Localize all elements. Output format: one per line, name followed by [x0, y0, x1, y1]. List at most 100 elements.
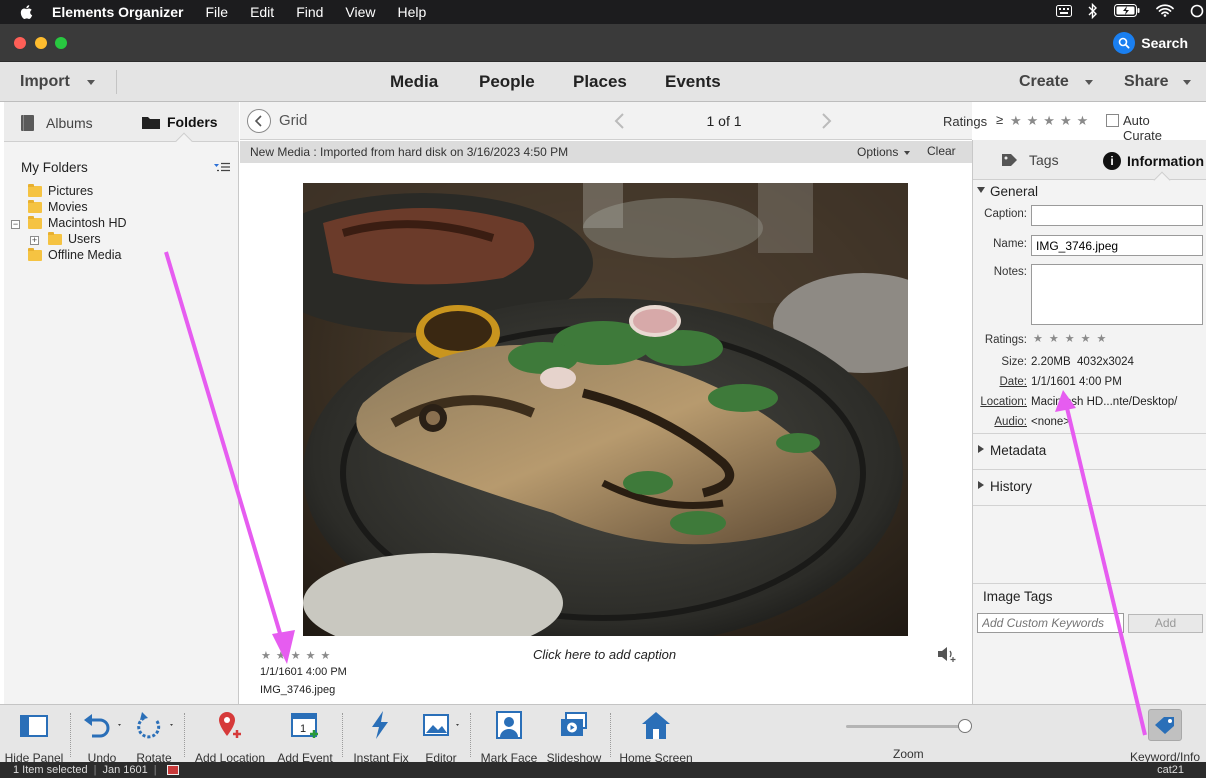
- expand-toggle-icon[interactable]: +: [30, 236, 39, 245]
- apple-icon[interactable]: [18, 3, 36, 21]
- tab-places[interactable]: Places: [573, 72, 627, 92]
- name-field[interactable]: [1031, 235, 1203, 256]
- home-screen-button[interactable]: Home Screen: [618, 709, 694, 765]
- search-icon: [1113, 32, 1136, 54]
- section-divider: [973, 583, 1206, 584]
- add-event-button[interactable]: 1 Add Event: [273, 709, 337, 765]
- albums-tab-label: Albums: [46, 115, 93, 131]
- drive-folder-icon: [28, 215, 42, 229]
- collapse-toggle-icon[interactable]: −: [11, 220, 20, 229]
- instant-fix-button[interactable]: Instant Fix: [350, 709, 412, 765]
- add-location-button[interactable]: Add Location: [193, 709, 267, 765]
- albums-icon: [21, 115, 34, 131]
- hide-panel-button[interactable]: Hide Panel: [4, 709, 64, 765]
- notes-field[interactable]: [1031, 264, 1203, 325]
- info-rating-stars[interactable]: ★★★★★: [1033, 332, 1112, 345]
- tab-information[interactable]: i Information: [1103, 152, 1204, 170]
- location-label[interactable]: Location:: [973, 396, 1027, 408]
- import-button[interactable]: Import: [20, 73, 70, 91]
- options-button[interactable]: Options: [857, 145, 898, 159]
- folder-movies[interactable]: Movies: [28, 199, 88, 214]
- name-label: Name:: [993, 238, 1027, 250]
- close-window-button[interactable]: [14, 37, 26, 49]
- audio-label[interactable]: Audio:: [973, 416, 1027, 428]
- tab-media[interactable]: Media: [390, 72, 438, 92]
- tab-events[interactable]: Events: [665, 72, 721, 92]
- create-button[interactable]: Create: [1019, 73, 1069, 91]
- folder-label: Offline Media: [48, 248, 122, 262]
- menu-find[interactable]: Find: [296, 4, 323, 20]
- menu-edit[interactable]: Edit: [250, 4, 274, 20]
- undo-button[interactable]: Undo: [78, 709, 126, 765]
- offline-folder-icon: [28, 247, 42, 261]
- keyword-info-button[interactable]: Keyword/Info: [1126, 709, 1204, 764]
- window-titlebar: Search: [0, 24, 1206, 62]
- folder-pictures[interactable]: Pictures: [28, 183, 94, 198]
- rotate-button[interactable]: Rotate: [130, 709, 178, 765]
- menu-help[interactable]: Help: [398, 4, 427, 20]
- caption-field[interactable]: [1031, 205, 1203, 226]
- history-heading: History: [990, 479, 1033, 494]
- keyboard-icon[interactable]: [1056, 4, 1072, 20]
- location-value: Macintosh HD...nte/Desktop/: [1031, 396, 1178, 408]
- import-dropdown-icon[interactable]: [87, 80, 95, 85]
- control-center-icon[interactable]: [1190, 4, 1204, 21]
- tab-people[interactable]: People: [479, 72, 535, 92]
- information-tab-label: Information: [1127, 153, 1204, 169]
- toolbar-divider: [470, 713, 471, 757]
- mark-face-button[interactable]: Mark Face: [478, 709, 540, 765]
- folder-macintosh-hd[interactable]: Macintosh HD: [28, 215, 127, 230]
- bluetooth-icon[interactable]: [1088, 2, 1098, 22]
- tab-tags[interactable]: Tags: [1001, 152, 1059, 168]
- back-button[interactable]: [247, 109, 271, 133]
- ratings-filter-stars[interactable]: ★★★★★: [1010, 113, 1093, 129]
- menu-file[interactable]: File: [206, 4, 229, 20]
- menu-view[interactable]: View: [345, 4, 375, 20]
- caption-placeholder[interactable]: Click here to add caption: [533, 647, 676, 662]
- left-panel-tabs: Albums Folders: [4, 102, 239, 150]
- share-button[interactable]: Share: [1124, 73, 1168, 91]
- zoom-slider-thumb[interactable]: [958, 719, 972, 733]
- clear-button[interactable]: Clear: [927, 144, 956, 158]
- menu-app-name[interactable]: Elements Organizer: [52, 4, 184, 20]
- create-dropdown-icon[interactable]: [1085, 80, 1093, 85]
- home-icon: [642, 712, 670, 739]
- wifi-icon[interactable]: [1156, 4, 1174, 20]
- grid-view-label: Grid: [279, 112, 308, 129]
- chevron-left-icon: [254, 115, 262, 127]
- search-button[interactable]: Search: [1113, 32, 1188, 54]
- slideshow-icon: [561, 712, 587, 736]
- info-panel: Tags i Information General Caption: Name…: [972, 140, 1206, 704]
- date-label[interactable]: Date:: [973, 376, 1028, 388]
- custom-keywords-input[interactable]: [977, 613, 1124, 633]
- folder-view-options-icon[interactable]: [214, 161, 230, 179]
- auto-curate-checkbox[interactable]: [1106, 114, 1119, 127]
- share-dropdown-icon[interactable]: [1183, 80, 1191, 85]
- folder-users[interactable]: Users: [48, 231, 101, 246]
- media-grid: ★★★★★ Click here to add caption 1/1/1601…: [240, 163, 972, 704]
- folder-offline-media[interactable]: Offline Media: [28, 247, 122, 262]
- zoom-slider-track[interactable]: [846, 725, 968, 728]
- media-thumbnail[interactable]: [303, 183, 908, 636]
- ratings-label: Ratings:: [984, 334, 1027, 346]
- tab-folders[interactable]: Folders: [141, 114, 218, 130]
- right-panel-tabs: Tags i Information: [973, 140, 1206, 189]
- zoom-window-button[interactable]: [55, 37, 67, 49]
- status-warning-icon[interactable]: [166, 765, 179, 775]
- thumbnail-rating-stars[interactable]: ★★★★★: [261, 649, 335, 662]
- toolbar-divider: [610, 713, 611, 757]
- battery-icon[interactable]: [1114, 4, 1140, 20]
- folder-label: Pictures: [48, 184, 94, 198]
- ratings-operator[interactable]: ≥: [996, 112, 1003, 127]
- status-bar: 1 Item selected | Jan 1601 | cat21: [0, 762, 1206, 778]
- add-keyword-button[interactable]: Add: [1128, 614, 1203, 633]
- next-page-icon[interactable]: [819, 112, 833, 130]
- previous-page-icon[interactable]: [613, 112, 627, 130]
- auto-curate-label[interactable]: Auto Curate: [1123, 113, 1162, 143]
- minimize-window-button[interactable]: [35, 37, 47, 49]
- status-divider: |: [93, 764, 97, 776]
- audio-speaker-icon[interactable]: [936, 645, 958, 663]
- tab-albums[interactable]: Albums: [20, 114, 93, 132]
- slideshow-button[interactable]: Slideshow: [544, 709, 604, 765]
- editor-button[interactable]: Editor: [418, 709, 464, 765]
